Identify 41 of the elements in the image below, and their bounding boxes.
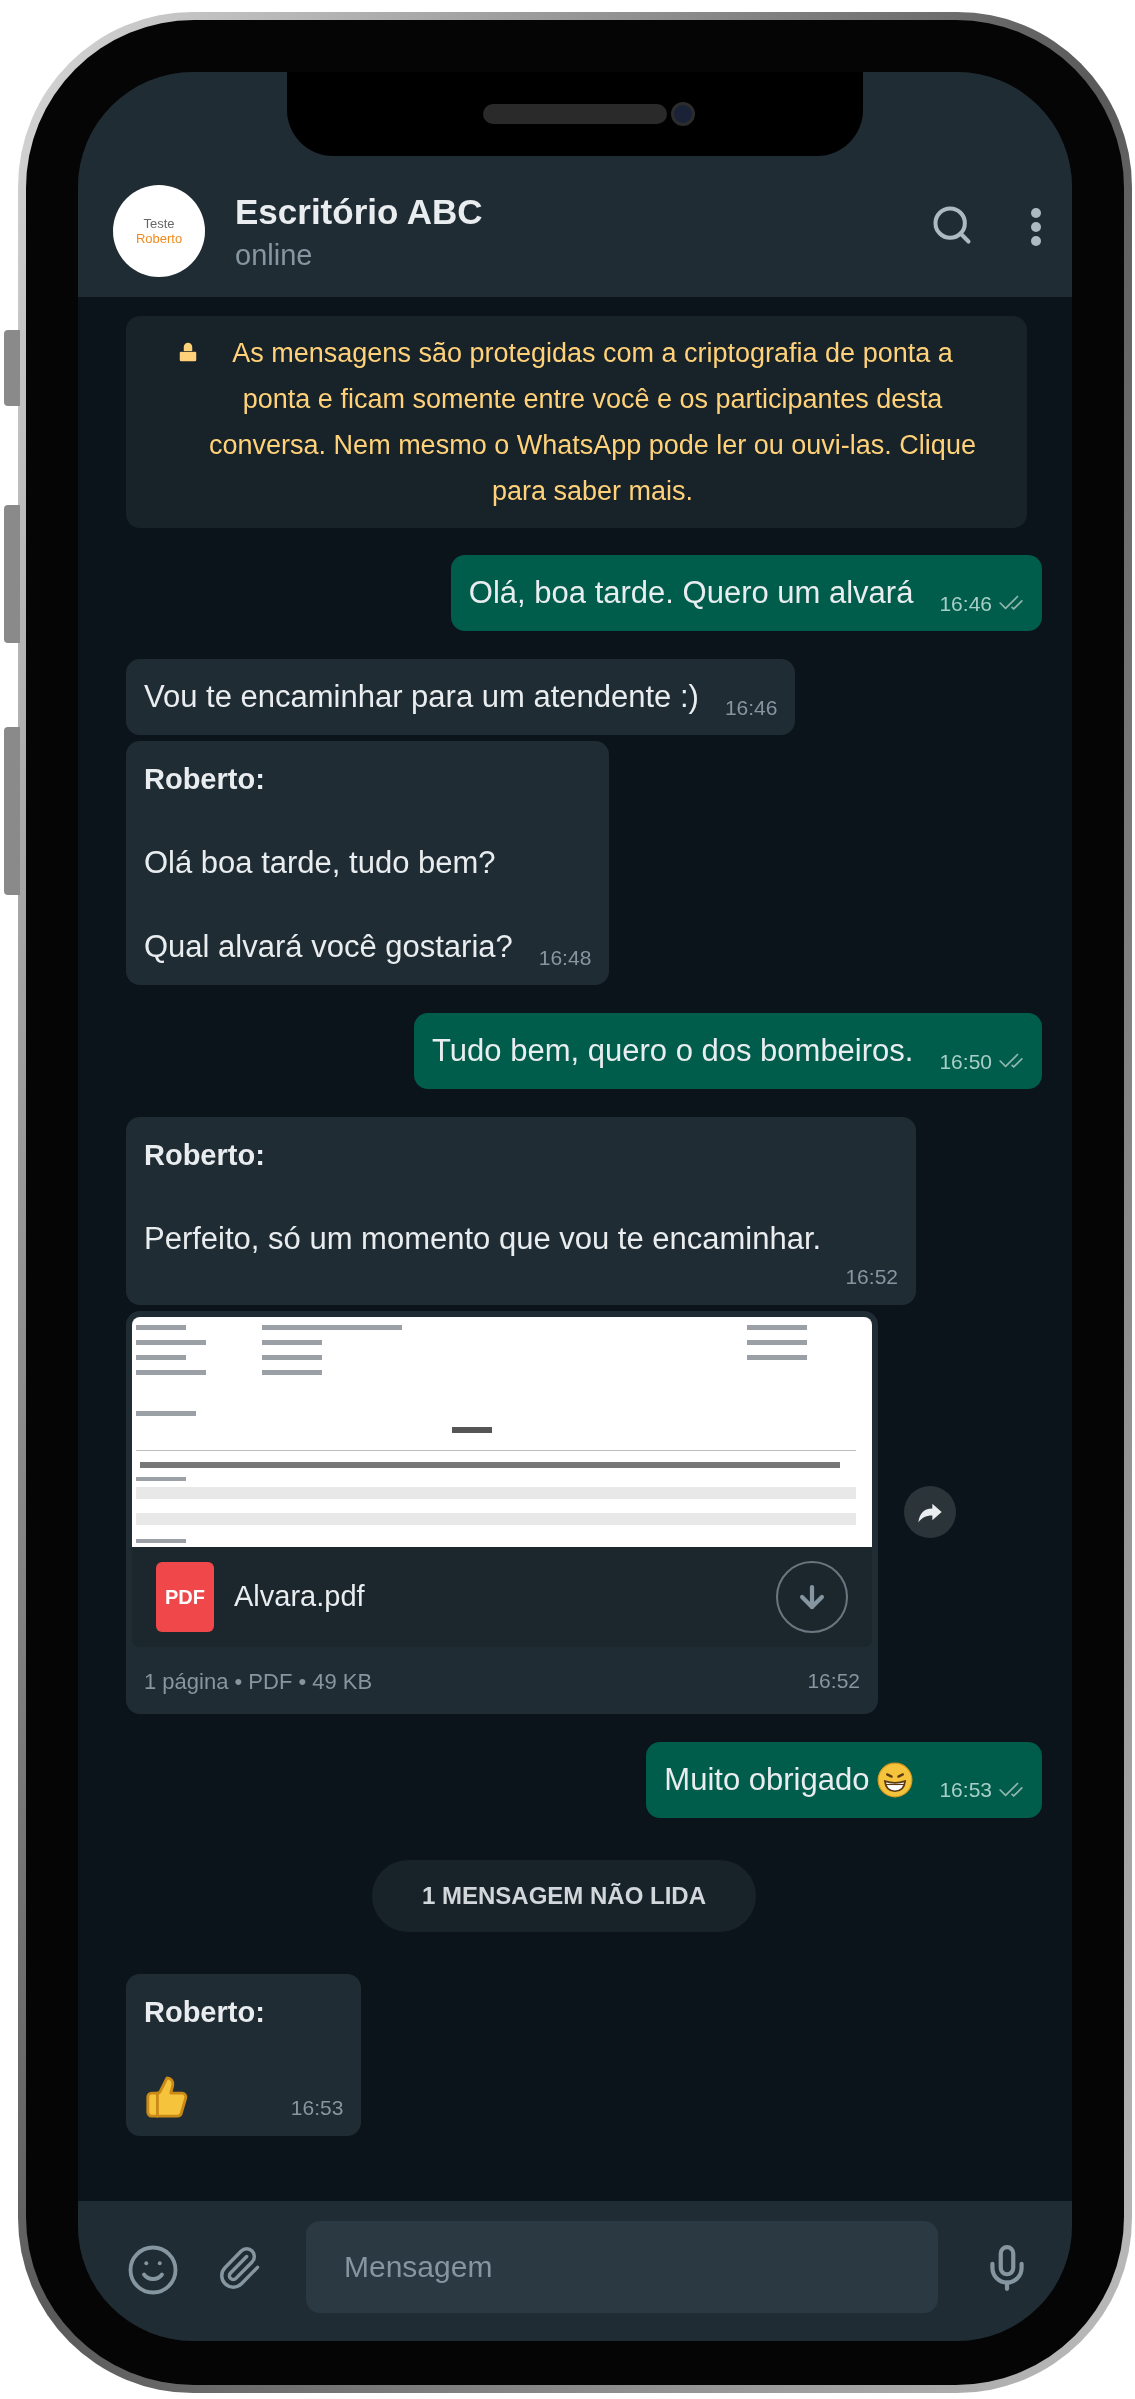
lock-icon bbox=[176, 340, 200, 364]
notice-text: As mensagens são protegidas com a criptografia de ponta a ponta e ficam somente entre você e os participantes desta conversa. Nem mesmo o WhatsApp pode ler ou ouvi-las. Clique para saber mais. bbox=[208, 337, 977, 508]
message-input[interactable]: Mensagem bbox=[306, 2221, 938, 2313]
message-text: Olá, boa tarde. Quero um alvará bbox=[468, 574, 914, 612]
search-icon bbox=[930, 203, 974, 247]
emoji-button[interactable] bbox=[126, 2243, 180, 2297]
search-button[interactable] bbox=[930, 203, 974, 247]
message-time: 16:53 bbox=[290, 2095, 344, 2121]
forward-button[interactable] bbox=[904, 1486, 956, 1538]
avatar-text: Teste bbox=[143, 216, 175, 231]
message-text: Vou te encaminhar para um atendente :) bbox=[144, 678, 699, 716]
file-name: Alvara.pdf bbox=[234, 1578, 366, 1614]
message-text: Muito obrigado bbox=[664, 1760, 870, 1799]
smiley-icon bbox=[126, 2243, 180, 2297]
message-text: Olá boa tarde, tudo bem? bbox=[144, 844, 496, 882]
message-time: 16:53 bbox=[939, 1777, 992, 1803]
message-time: 16:46 bbox=[939, 590, 992, 617]
sender-name: Roberto: bbox=[144, 1994, 265, 2030]
message-text: Qual alvará você gostaria? bbox=[144, 928, 513, 966]
grinning-face-icon bbox=[877, 1761, 914, 1798]
camera-lens bbox=[671, 102, 695, 126]
message-time: 16:50 bbox=[939, 1048, 992, 1075]
sender-name: Roberto: bbox=[144, 762, 266, 797]
contact-status: online bbox=[235, 238, 314, 273]
contact-name: Escritório ABC bbox=[235, 191, 484, 233]
pdf-file-icon: PDF bbox=[156, 1561, 214, 1632]
file-row[interactable]: PDF Alvara.pdf bbox=[132, 1546, 872, 1647]
message-time: 16:52 bbox=[845, 1264, 898, 1290]
contact-avatar[interactable]: Teste Roberto bbox=[113, 185, 205, 277]
sender-name: Roberto: bbox=[144, 1138, 266, 1173]
encryption-notice[interactable]: As mensagens são protegidas com a criptografia de ponta a ponta e ficam somente entre você e os participantes desta conversa. Nem mesmo o WhatsApp pode ler ou ouvi-las. Clique para saber mais. bbox=[126, 316, 1027, 528]
message-text: Perfeito, só um momento que vou te encaminhar. bbox=[144, 1220, 822, 1258]
menu-button[interactable] bbox=[1030, 207, 1042, 247]
message-text: Tudo bem, quero o dos bombeiros. bbox=[432, 1032, 914, 1070]
file-meta: 1 página • PDF • 49 KB bbox=[144, 1667, 373, 1696]
avatar-text: Roberto bbox=[135, 231, 183, 246]
message-time: 16:46 bbox=[724, 694, 778, 721]
message-time: 16:48 bbox=[538, 944, 592, 971]
message-time: 16:52 bbox=[807, 1668, 860, 1695]
download-button[interactable] bbox=[776, 1560, 848, 1633]
menu-icon bbox=[1030, 207, 1042, 247]
